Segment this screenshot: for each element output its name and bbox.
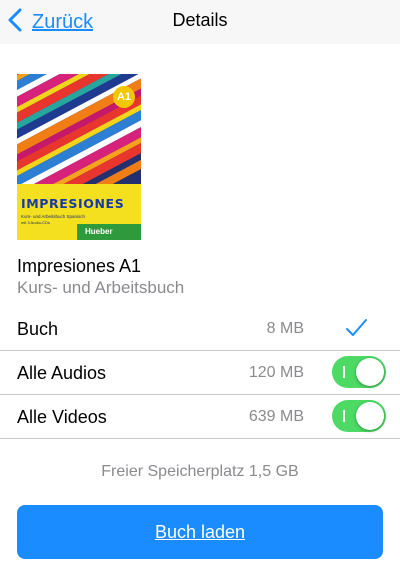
book-cover-image: A1 IMPRESIONES Kurs- und Arbeitsbuch Spa… [17,74,141,240]
book-title: Impresiones A1 [17,256,142,276]
download-row-audios: Alle Audios 120 MB [0,351,400,395]
book-subtitle: Kurs- und Arbeitsbuch [17,278,185,297]
checkmark-icon [344,317,370,339]
navigation-bar: Zurück Details [0,0,400,44]
download-row-videos: Alle Videos 639 MB [0,395,400,439]
toggle-knob [356,358,384,386]
download-row-book[interactable]: Buch 8 MB [0,307,400,351]
audios-toggle[interactable] [332,356,386,388]
cover-subtitle-extra: mit 3 Audio-CDs [21,220,50,225]
row-divider [0,438,400,439]
toggle-knob [356,402,384,430]
toggle-on-indicator [343,366,345,378]
load-book-button[interactable]: Buch laden [17,505,383,559]
free-storage-text: Freier Speicherplatz 1,5 GB [101,463,299,480]
videos-toggle[interactable] [332,400,386,432]
cover-publisher-logo: Hueber [77,224,141,240]
download-label: Alle Videos [17,407,107,427]
cover-title: IMPRESIONES [21,196,125,211]
cover-subtitle: Kurs- und Arbeitsbuch Spanisch [21,214,86,219]
cover-level-badge: A1 [113,86,135,108]
download-label: Buch [17,319,59,339]
download-size: 8 MB [266,320,304,337]
download-size: 120 MB [248,364,304,381]
download-size: 639 MB [248,408,304,425]
page-title: Details [172,10,228,30]
download-label: Alle Audios [17,363,107,383]
toggle-on-indicator [343,410,345,422]
